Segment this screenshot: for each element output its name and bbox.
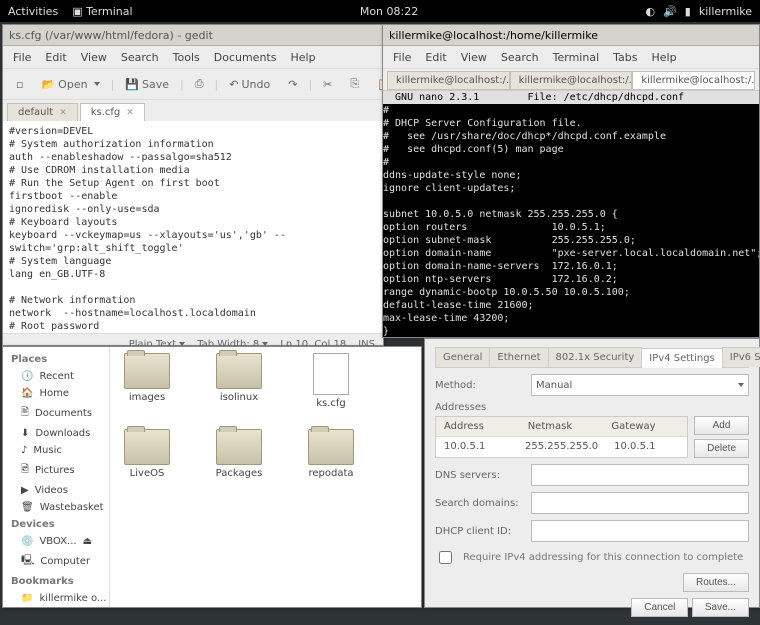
menu-search[interactable]: Search — [495, 49, 545, 66]
sidebar-item-recent[interactable]: 🕔 Recent — [3, 368, 109, 385]
menu-edit[interactable]: Edit — [39, 49, 72, 66]
sidebar-item-videos[interactable]: ▶ Videos — [3, 482, 109, 499]
menu-file[interactable]: File — [387, 49, 417, 66]
tab-ethernet[interactable]: Ethernet — [489, 347, 548, 367]
a11y-icon[interactable]: ◐ — [645, 5, 655, 18]
file-manager-window: Places 🕔 Recent 🏠 Home 🖹 Documents ⬇ Dow… — [2, 346, 422, 608]
addresses-table[interactable]: Address Netmask Gateway 10.0.5.1 255.255… — [435, 416, 688, 458]
terminal-tabs: killermike@localhost:/...✕ killermike@lo… — [383, 69, 759, 91]
dns-input[interactable] — [531, 464, 749, 486]
col-address: Address — [436, 417, 520, 436]
terminal-menubar: File Edit View Search Terminal Tabs Help — [383, 46, 759, 69]
folder-packages[interactable]: Packages — [208, 429, 270, 479]
fm-icon-view[interactable]: images isolinux ks.cfg LiveOS Packages r… — [110, 347, 421, 607]
tab-kscfg[interactable]: ks.cfg✕ — [80, 103, 145, 121]
nano-header: GNU nano 2.3.1 File: /etc/dhcp/dhcpd.con… — [383, 91, 759, 104]
gedit-editor[interactable]: #version=DEVEL # System authorization in… — [3, 121, 383, 333]
terminal-window: killermike@localhost:/home/killermike Fi… — [382, 24, 760, 338]
sidebar-item-trash[interactable]: 🗑 Wastebasket — [3, 499, 109, 516]
nano-text[interactable]: # # DHCP Server Configuration file. # se… — [383, 104, 759, 337]
bookmarks-header: Bookmarks — [3, 573, 109, 590]
gnome-topbar: Activities ▣ Terminal Mon 08:22 ◐ 🔊 ▮ ki… — [0, 0, 760, 22]
folder-repodata[interactable]: repodata — [300, 429, 362, 479]
terminal-content[interactable]: GNU nano 2.3.1 File: /etc/dhcp/dhcpd.con… — [383, 91, 759, 337]
battery-icon[interactable]: ▮ — [685, 5, 691, 18]
menu-file[interactable]: File — [7, 49, 37, 66]
places-header: Places — [3, 351, 109, 368]
table-row[interactable]: 10.0.5.1 255.255.255.0 10.0.5.1 — [436, 437, 687, 456]
menu-terminal[interactable]: Terminal — [547, 49, 606, 66]
undo-button[interactable]: ↶ Undo — [222, 75, 277, 94]
new-file-icon[interactable]: ▫ — [9, 75, 30, 94]
copy-icon[interactable]: ⎘ — [343, 74, 366, 94]
sidebar-item-documents[interactable]: 🖹 Documents — [3, 402, 109, 425]
folder-images[interactable]: images — [116, 353, 178, 409]
menu-help[interactable]: Help — [646, 49, 683, 66]
network-settings-window: General Ethernet 802.1x Security IPv4 Se… — [424, 338, 760, 608]
menu-tools[interactable]: Tools — [167, 49, 206, 66]
method-label: Method: — [435, 380, 523, 391]
open-button[interactable]: 📂 Open — [34, 75, 106, 94]
col-netmask: Netmask — [520, 417, 604, 436]
col-gateway: Gateway — [603, 417, 687, 436]
sidebar-item-downloads[interactable]: ⬇ Downloads — [3, 425, 109, 442]
cut-icon[interactable]: ✂ — [316, 75, 339, 94]
dhcp-client-input[interactable] — [531, 520, 749, 542]
search-label: Search domains: — [435, 498, 523, 509]
add-button[interactable]: Add — [694, 416, 749, 435]
require-ipv4-checkbox[interactable] — [439, 551, 452, 564]
menu-edit[interactable]: Edit — [419, 49, 452, 66]
fm-sidebar: Places 🕔 Recent 🏠 Home 🖹 Documents ⬇ Dow… — [3, 347, 110, 607]
nm-tabs: General Ethernet 802.1x Security IPv4 Se… — [435, 347, 749, 368]
terminal-tab[interactable]: killermike@localhost:/...✕ — [632, 71, 755, 90]
save-button[interactable]: 💾 Save — [118, 75, 176, 94]
sidebar-item-music[interactable]: ♪ Music — [3, 442, 109, 459]
terminal-tab[interactable]: killermike@localhost:/...✕ — [510, 71, 633, 90]
menu-view[interactable]: View — [455, 49, 493, 66]
require-ipv4-label: Require IPv4 addressing for this connect… — [463, 552, 743, 563]
clock[interactable]: Mon 08:22 — [133, 5, 646, 18]
volume-icon[interactable]: 🔊 — [663, 5, 677, 18]
menu-view[interactable]: View — [75, 49, 113, 66]
gedit-window: ks.cfg (/var/www/html/fedora) - gedit Fi… — [2, 24, 384, 346]
sidebar-item-pictures[interactable]: 🖻 Pictures — [3, 459, 109, 482]
app-menu[interactable]: ▣ Terminal — [72, 5, 132, 18]
sidebar-item-home[interactable]: 🏠 Home — [3, 385, 109, 402]
tab-default[interactable]: default✕ — [7, 103, 78, 121]
sidebar-item-vbox[interactable]: 💿 VBOX... ⏏ — [3, 533, 109, 550]
dns-label: DNS servers: — [435, 470, 523, 481]
menu-tabs[interactable]: Tabs — [607, 49, 643, 66]
menu-documents[interactable]: Documents — [208, 49, 283, 66]
redo-icon[interactable]: ↷ — [281, 75, 304, 94]
tab-ipv4[interactable]: IPv4 Settings — [641, 348, 722, 368]
print-icon[interactable]: ⎙ — [188, 74, 211, 94]
sidebar-item-computer[interactable]: 🖳 Computer — [3, 550, 109, 573]
delete-button[interactable]: Delete — [694, 439, 749, 458]
folder-liveos[interactable]: LiveOS — [116, 429, 178, 479]
gedit-titlebar[interactable]: ks.cfg (/var/www/html/fedora) - gedit — [3, 25, 383, 46]
terminal-tab[interactable]: killermike@localhost:/...✕ — [387, 71, 510, 90]
method-select[interactable]: Manual — [531, 374, 749, 396]
close-icon[interactable]: ✕ — [126, 108, 134, 118]
gedit-tabs: default✕ ks.cfg✕ — [3, 100, 383, 121]
sidebar-item-bookmark[interactable]: 📁 killermike o... — [3, 590, 109, 607]
tab-8021x[interactable]: 802.1x Security — [548, 347, 643, 367]
routes-button[interactable]: Routes... — [683, 573, 749, 592]
file-kscfg[interactable]: ks.cfg — [300, 353, 362, 409]
search-domains-input[interactable] — [531, 492, 749, 514]
folder-isolinux[interactable]: isolinux — [208, 353, 270, 409]
dhcp-label: DHCP client ID: — [435, 526, 523, 537]
activities-button[interactable]: Activities — [8, 5, 58, 18]
tab-ipv6[interactable]: IPv6 Settings — [722, 347, 760, 367]
menu-search[interactable]: Search — [115, 49, 165, 66]
terminal-titlebar[interactable]: killermike@localhost:/home/killermike — [383, 25, 759, 46]
addresses-label: Addresses — [435, 402, 749, 413]
devices-header: Devices — [3, 516, 109, 533]
gedit-menubar: File Edit View Search Tools Documents He… — [3, 46, 383, 69]
close-icon[interactable]: ✕ — [59, 108, 67, 118]
tab-general[interactable]: General — [435, 347, 490, 367]
gedit-toolbar: ▫ 📂 Open | 💾 Save | ⎙ | ↶ Undo ↷ | ✂ ⎘ 📋… — [3, 69, 383, 100]
menu-help[interactable]: Help — [284, 49, 321, 66]
user-menu[interactable]: killermike — [699, 5, 752, 18]
